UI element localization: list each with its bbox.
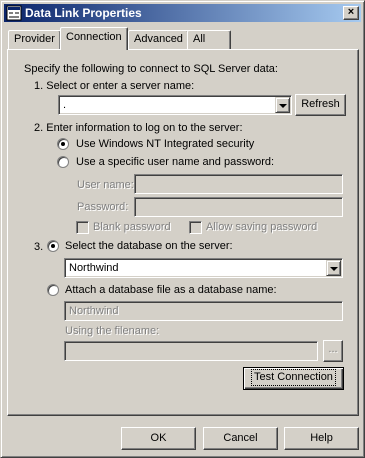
select-database-radio[interactable] <box>47 240 59 252</box>
step3-number: 3. <box>34 241 44 253</box>
username-input[interactable] <box>134 174 343 194</box>
ok-button-label: OK <box>150 432 167 444</box>
data-link-icon <box>6 5 22 21</box>
close-button[interactable]: × <box>343 6 359 20</box>
refresh-button-label: Refresh <box>301 98 340 110</box>
cancel-button[interactable]: Cancel <box>203 427 278 450</box>
database-combobox[interactable]: Northwind <box>64 258 343 278</box>
select-database-label[interactable]: Select the database on the server: <box>65 240 233 252</box>
nt-security-radio[interactable] <box>57 138 69 150</box>
attach-db-name-value: Northwind <box>69 305 119 317</box>
test-connection-label: Test Connection <box>251 369 336 386</box>
database-dropdown-arrow-icon[interactable] <box>326 260 341 276</box>
title-bar[interactable]: Data Link Properties × <box>4 4 361 22</box>
ok-button[interactable]: OK <box>121 427 196 450</box>
tab-connection-label: Connection <box>66 31 122 43</box>
server-name-combobox[interactable]: . <box>58 95 292 115</box>
help-button-label: Help <box>310 432 333 444</box>
server-name-value: . <box>63 99 67 111</box>
browse-button[interactable]: ... <box>323 340 343 362</box>
nt-security-label[interactable]: Use Windows NT Integrated security <box>76 138 254 150</box>
filename-label: Using the filename: <box>65 325 160 337</box>
intro-text: Specify the following to connect to SQL … <box>24 63 278 75</box>
tab-all[interactable]: All <box>187 30 231 50</box>
password-label: Password: <box>77 201 129 213</box>
attach-file-radio[interactable] <box>47 284 59 296</box>
help-button[interactable]: Help <box>284 427 359 450</box>
refresh-button[interactable]: Refresh <box>295 94 346 116</box>
browse-button-label: ... <box>328 343 338 355</box>
tab-advanced-label: Advanced <box>134 33 183 45</box>
attach-db-name-input[interactable]: Northwind <box>64 301 343 321</box>
filename-input[interactable] <box>64 341 318 361</box>
username-label: User name: <box>77 179 134 191</box>
allow-saving-label: Allow saving password <box>206 221 318 233</box>
tab-provider-label: Provider <box>14 33 55 45</box>
database-value: Northwind <box>69 262 119 274</box>
step1-label: 1. Select or enter a server name: <box>34 80 195 92</box>
tab-provider[interactable]: Provider <box>8 30 61 50</box>
dialog-window: Data Link Properties × Provider Connecti… <box>0 0 365 458</box>
server-dropdown-arrow-icon[interactable] <box>275 97 290 113</box>
attach-file-label[interactable]: Attach a database file as a database nam… <box>65 284 277 296</box>
specific-user-label[interactable]: Use a specific user name and password: <box>76 156 274 168</box>
blank-password-label: Blank password <box>93 221 171 233</box>
allow-saving-checkbox[interactable] <box>189 221 202 234</box>
password-input[interactable] <box>134 197 343 217</box>
blank-password-checkbox[interactable] <box>76 221 89 234</box>
close-icon: × <box>347 6 355 18</box>
cancel-button-label: Cancel <box>223 432 258 444</box>
step2-label: 2. Enter information to log on to the se… <box>34 122 243 134</box>
specific-user-radio[interactable] <box>57 156 69 168</box>
test-connection-button[interactable]: Test Connection <box>243 367 344 390</box>
tab-connection[interactable]: Connection <box>60 27 128 50</box>
window-title: Data Link Properties <box>25 6 142 20</box>
tab-all-label: All <box>193 33 206 45</box>
tab-advanced[interactable]: Advanced <box>128 30 189 50</box>
